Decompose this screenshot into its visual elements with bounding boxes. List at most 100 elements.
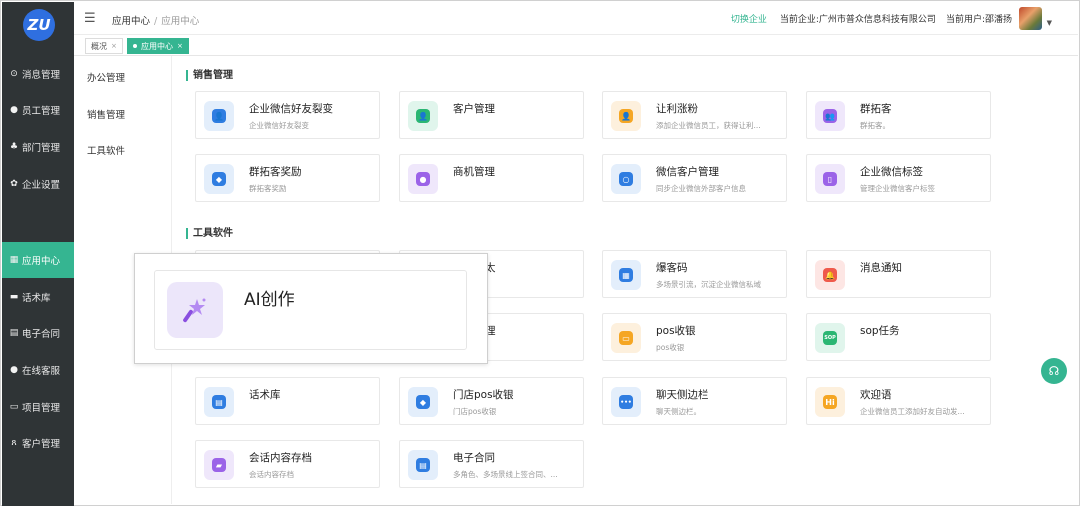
breadcrumb-separator: / xyxy=(154,16,158,27)
app-card-title: pos收银 xyxy=(656,325,696,337)
store-pos-icon: ◆ xyxy=(408,387,438,417)
bell-icon: 🔔 xyxy=(815,260,845,290)
breadcrumb-item[interactable]: 应用中心 xyxy=(112,16,150,27)
app-card[interactable]: ▭ pos收银 pos收银 xyxy=(602,313,787,361)
app-card-desc: 管理企业微信客户标签 xyxy=(860,184,935,193)
app-card-title: 让利涨粉 xyxy=(656,103,698,115)
category-office[interactable]: 办公管理 xyxy=(87,70,125,84)
app-card[interactable]: ○ 微信客户管理 同步企业微信外部客户信息 xyxy=(602,154,787,202)
ai-creation-title: AI创作 xyxy=(244,290,295,310)
app-card-desc: 门店pos收银 xyxy=(453,407,497,416)
switch-company-link[interactable]: 切换企业 xyxy=(731,12,767,25)
app-card-title: sop任务 xyxy=(860,325,900,337)
app-card[interactable]: ▦ 爆客码 多场景引流，沉淀企业微信私域 xyxy=(602,250,787,298)
app-card-desc: 同步企业微信外部客户信息 xyxy=(656,184,746,193)
sidebar-item-label: 消息管理 xyxy=(22,70,61,81)
company-name: 广州市普众信息科技有限公司 xyxy=(818,15,936,25)
app-card[interactable]: ▤ 话术库 xyxy=(195,377,380,425)
category-tools[interactable]: 工具软件 xyxy=(87,143,125,157)
breadcrumb-current: 应用中心 xyxy=(161,16,200,27)
sidebar-item-contracts[interactable]: ▤ 电子合同 xyxy=(2,315,74,351)
sidebar-item-label: 应用中心 xyxy=(22,256,61,267)
app-card-title: 企业微信好友裂变 xyxy=(249,103,333,115)
app-card[interactable]: ◆ 群拓客奖励 群拓客奖励 xyxy=(195,154,380,202)
chevron-down-icon[interactable]: ▼ xyxy=(1047,19,1052,27)
app-card[interactable]: ◆ 门店pos收银 门店pos收银 xyxy=(399,377,584,425)
qrcode-icon: ▦ xyxy=(611,260,641,290)
sidebar-item-label: 话术库 xyxy=(22,293,51,304)
header-user-info: 切换企业 当前企业: 广州市普众信息科技有限公司 当前用户: 邵潘扬 xyxy=(731,12,1012,25)
app-card[interactable]: Hi 欢迎语 企业微信员工添加好友自动发... xyxy=(806,377,991,425)
app-card[interactable]: 👤 企业微信好友裂变 企业微信好友裂变 xyxy=(195,91,380,139)
company-label: 当前企业: xyxy=(779,15,819,25)
tab-overview[interactable]: 概况 × xyxy=(85,38,123,54)
sidebar-chat-icon: ••• xyxy=(611,387,641,417)
ai-creation-card[interactable]: AI创作 xyxy=(154,270,467,350)
service-icon: ● xyxy=(10,365,18,375)
avatar[interactable] xyxy=(1019,7,1042,30)
gear-icon: ✿ xyxy=(10,179,18,189)
ai-creation-popup: AI创作 xyxy=(134,253,488,364)
app-logo: ZU xyxy=(23,9,55,41)
project-icon: ▭ xyxy=(9,402,19,412)
sidebar-item-departments[interactable]: ♣ 部门管理 xyxy=(2,129,74,165)
user-label: 当前用户: xyxy=(945,15,985,25)
app-card[interactable]: 👤 让利涨粉 添加企业微信员工，获得让利... xyxy=(602,91,787,139)
category-sales[interactable]: 销售管理 xyxy=(87,107,125,121)
bulb-icon: ● xyxy=(408,164,438,194)
sidebar-item-label: 部门管理 xyxy=(22,143,61,154)
sidebar-item-employees[interactable]: ● 员工管理 xyxy=(2,92,74,128)
app-card[interactable]: ▯ 企业微信标签 管理企业微信客户标签 xyxy=(806,154,991,202)
app-card-title: 群拓客奖励 xyxy=(249,166,302,178)
app-card-desc: 多角色、多场景线上签合同、... xyxy=(453,470,558,479)
section-title-tools: 工具软件 xyxy=(186,228,233,239)
app-card-title: 客户管理 xyxy=(453,103,495,115)
contract-icon: ▤ xyxy=(408,450,438,480)
app-card-title: 商机管理 xyxy=(453,166,495,178)
close-icon[interactable]: × xyxy=(177,42,183,50)
app-card[interactable]: 🔔 消息通知 xyxy=(806,250,991,298)
tab-app-center[interactable]: 应用中心 × xyxy=(127,38,189,54)
tabs-bar: 概况 × 应用中心 × xyxy=(74,35,1078,56)
sidebar-item-label: 电子合同 xyxy=(22,329,61,340)
app-card-desc: 多场景引流，沉淀企业微信私域 xyxy=(656,280,761,289)
app-card-desc: 添加企业微信员工，获得让利... xyxy=(656,121,761,130)
app-card[interactable]: ••• 聊天侧边栏 聊天侧边栏。 xyxy=(602,377,787,425)
app-card[interactable]: 👤 客户管理 xyxy=(399,91,584,139)
sidebar-item-label: 企业设置 xyxy=(22,180,61,191)
app-card-title: 微信客户管理 xyxy=(656,166,719,178)
sidebar-item-scripts[interactable]: ▬ 话术库 xyxy=(2,279,74,315)
app-card[interactable]: SOP sop任务 xyxy=(806,313,991,361)
sidebar-item-messages[interactable]: ⊙ 消息管理 xyxy=(2,56,74,92)
headset-icon[interactable]: ☊ xyxy=(1041,358,1067,384)
app-card[interactable]: 👥 群拓客 群拓客。 xyxy=(806,91,991,139)
app-card-desc: 会话内容存档 xyxy=(249,470,294,479)
sidebar-item-settings[interactable]: ✿ 企业设置 xyxy=(2,166,74,202)
app-card[interactable]: ▰ 会话内容存档 会话内容存档 xyxy=(195,440,380,488)
sidebar-item-label: 客户管理 xyxy=(22,439,61,450)
app-card[interactable]: ▤ 电子合同 多角色、多场景线上签合同、... xyxy=(399,440,584,488)
section-title-sales: 销售管理 xyxy=(186,70,233,81)
app-card-title: 群拓客 xyxy=(860,103,892,115)
app-card-title: 消息通知 xyxy=(860,262,902,274)
active-dot-icon xyxy=(133,44,137,48)
pos-icon: ▭ xyxy=(611,323,641,353)
main-sidebar: ZU ⊙ 消息管理 ● 员工管理 ♣ 部门管理 ✿ 企业设置 ▦ 应用中心 ▬ … xyxy=(2,2,74,506)
close-icon[interactable]: × xyxy=(111,42,117,50)
sidebar-item-customers[interactable]: ጸ 客户管理 xyxy=(2,425,74,461)
reward-icon: ◆ xyxy=(204,164,234,194)
org-icon: ♣ xyxy=(9,142,19,152)
app-card-desc: pos收银 xyxy=(656,343,685,352)
top-bar: ☰ 应用中心 / 应用中心 切换企业 当前企业: 广州市普众信息科技有限公司 当前用… xyxy=(74,2,1078,35)
app-card[interactable]: ● 商机管理 xyxy=(399,154,584,202)
user-name: 邵潘扬 xyxy=(984,15,1012,25)
app-card-title: 门店pos收银 xyxy=(453,389,514,401)
menu-toggle-icon[interactable]: ☰ xyxy=(84,11,96,26)
tag-icon: ▯ xyxy=(815,164,845,194)
customer-icon: ጸ xyxy=(11,438,17,448)
sidebar-item-projects[interactable]: ▭ 项目管理 xyxy=(2,389,74,425)
message-icon: ⊙ xyxy=(10,69,18,79)
sidebar-item-online-service[interactable]: ● 在线客服 xyxy=(2,352,74,388)
app-card-title: 欢迎语 xyxy=(860,389,892,401)
sidebar-item-app-center[interactable]: ▦ 应用中心 xyxy=(2,242,74,278)
